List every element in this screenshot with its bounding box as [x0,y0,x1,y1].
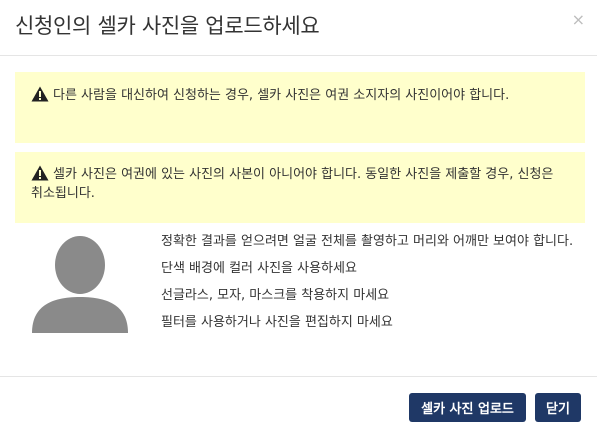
upload-selfie-button[interactable]: 셀카 사진 업로드 [409,393,526,422]
tip-item: 필터를 사용하거나 사진을 편집하지 마세요 [161,315,393,330]
dialog-header: 신청인의 셀카 사진을 업로드하세요 × [0,0,597,56]
warning-alert-copy: 셀카 사진은 여권에 있는 사진의 사본이 아니어야 합니다. 동일한 사진을 … [15,152,585,223]
tip-item: 정확한 결과를 얻으려면 얼굴 전체를 촬영하고 머리와 어깨만 보여야 합니다… [161,234,574,249]
dialog-footer: 셀카 사진 업로드 닫기 [0,376,597,434]
warning-alert-proxy: 다른 사람을 대신하여 신청하는 경우, 셀카 사진은 여권 소지자의 사진이어… [15,72,585,143]
tip-item: 선글라스, 모자, 마스크를 착용하지 마세요 [161,288,390,303]
close-icon[interactable]: × [572,12,585,28]
alert-text: 셀카 사진은 여권에 있는 사진의 사본이 아니어야 합니다. 동일한 사진을 … [31,167,554,201]
close-button[interactable]: 닫기 [535,393,581,422]
photo-tips-list: 정확한 결과를 얻으려면 얼굴 전체를 촬영하고 머리와 어깨만 보여야 합니다… [161,232,591,340]
upload-selfie-dialog: 신청인의 셀카 사진을 업로드하세요 × 다른 사람을 대신하여 신청하는 경우… [0,0,597,434]
user-silhouette-icon [32,236,128,333]
warning-icon [31,86,49,102]
dialog-title: 신청인의 셀카 사진을 업로드하세요 [15,14,320,38]
warning-icon [31,165,49,181]
tip-item: 단색 배경에 컬러 사진을 사용하세요 [161,261,357,276]
alert-text: 다른 사람을 대신하여 신청하는 경우, 셀카 사진은 여권 소지자의 사진이어… [53,88,510,103]
